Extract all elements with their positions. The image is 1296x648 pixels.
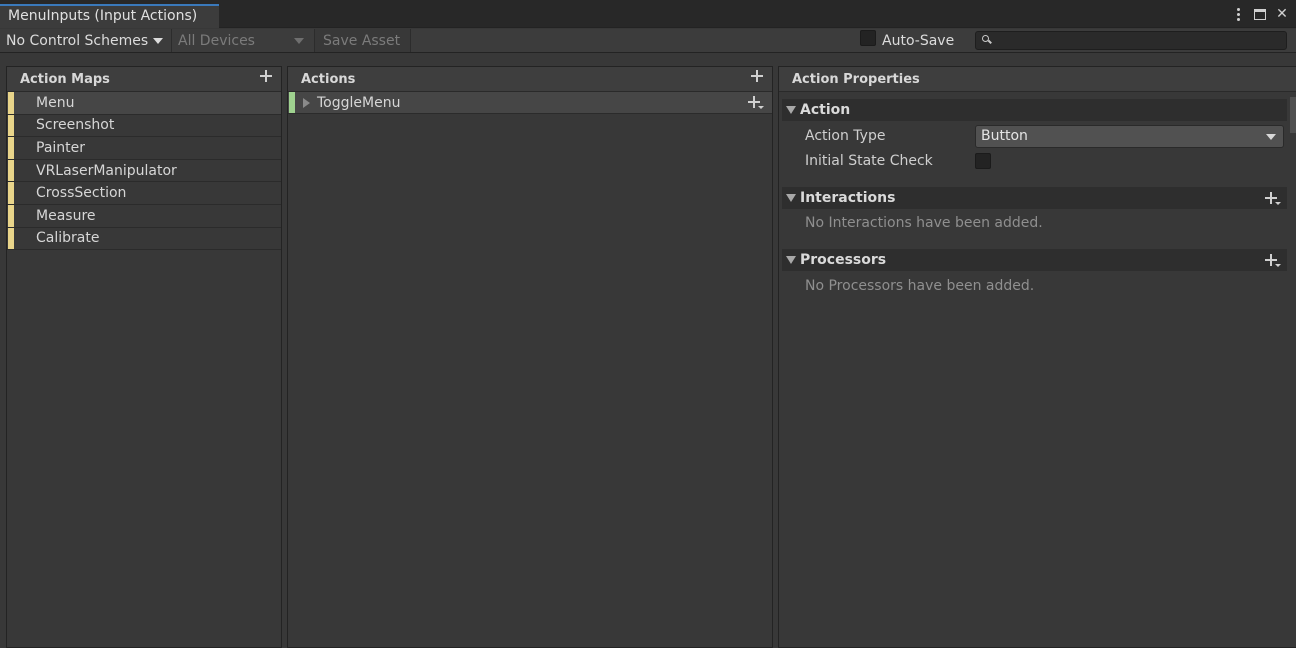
processors-section-header[interactable]: Processors xyxy=(782,249,1287,271)
action-section-title: Action xyxy=(800,102,851,118)
action-section-header[interactable]: Action xyxy=(782,99,1287,121)
save-asset-label: Save Asset xyxy=(323,32,401,49)
action-map-label: Menu xyxy=(36,94,75,111)
action-maps-header: Action Maps xyxy=(7,67,281,92)
action-properties-panel: Action Properties Action Action Type But… xyxy=(778,66,1296,648)
toolbar: No Control Schemes All Devices Save Asse… xyxy=(0,29,1296,53)
action-type-label: Action Type xyxy=(805,128,886,144)
save-asset-button[interactable]: Save Asset xyxy=(314,29,411,52)
action-map-item[interactable]: Calibrate xyxy=(7,227,281,251)
window-tab[interactable]: MenuInputs (Input Actions) xyxy=(0,4,219,28)
chevron-down-icon xyxy=(153,37,164,44)
more-options-icon[interactable] xyxy=(1230,5,1246,23)
action-map-item[interactable]: Measure xyxy=(7,204,281,228)
auto-save-toggle[interactable]: Auto-Save xyxy=(860,29,954,53)
scrollbar[interactable] xyxy=(1290,97,1296,133)
action-type-value: Button xyxy=(981,128,1028,144)
add-action-icon[interactable] xyxy=(750,69,764,83)
devices-dropdown[interactable]: All Devices xyxy=(171,29,312,52)
action-maps-list: Menu Screenshot Painter VRLaserManipulat… xyxy=(7,92,281,251)
interactions-empty-note: No Interactions have been added. xyxy=(805,215,1043,231)
control-schemes-dropdown[interactable]: No Control Schemes xyxy=(0,29,170,52)
auto-save-checkbox[interactable] xyxy=(860,30,876,46)
devices-label: All Devices xyxy=(178,32,255,49)
maximize-icon[interactable] xyxy=(1252,5,1268,23)
auto-save-label: Auto-Save xyxy=(882,33,955,49)
action-map-item[interactable]: Menu xyxy=(7,92,281,115)
processors-section-title: Processors xyxy=(800,252,887,268)
search-icon xyxy=(982,35,989,42)
action-map-item[interactable]: Screenshot xyxy=(7,114,281,138)
actions-title: Actions xyxy=(301,72,356,87)
action-map-item[interactable]: VRLaserManipulator xyxy=(7,159,281,183)
collapse-arrow-icon xyxy=(786,194,796,202)
action-properties-header: Action Properties xyxy=(779,67,1296,92)
action-map-label: Measure xyxy=(36,207,96,224)
search-input[interactable] xyxy=(975,31,1287,50)
collapse-arrow-icon xyxy=(786,106,796,114)
action-map-item[interactable]: Painter xyxy=(7,137,281,160)
add-action-map-icon[interactable] xyxy=(259,69,273,83)
action-maps-title: Action Maps xyxy=(20,72,110,87)
initial-state-check-label: Initial State Check xyxy=(805,153,933,169)
action-type-dropdown[interactable]: Button xyxy=(975,125,1284,148)
expand-arrow-icon[interactable] xyxy=(303,98,310,108)
control-schemes-label: No Control Schemes xyxy=(6,32,149,49)
action-properties-title: Action Properties xyxy=(792,72,920,87)
action-item-togglemenu[interactable]: ToggleMenu xyxy=(288,92,772,114)
interactions-section-header[interactable]: Interactions xyxy=(782,187,1287,209)
action-label: ToggleMenu xyxy=(317,94,401,111)
initial-state-check-checkbox[interactable] xyxy=(975,153,991,169)
add-processor-icon[interactable] xyxy=(1265,253,1281,267)
actions-panel: Actions ToggleMenu xyxy=(287,66,773,648)
add-interaction-icon[interactable] xyxy=(1265,191,1281,205)
action-map-label: VRLaserManipulator xyxy=(36,162,177,179)
processors-empty-note: No Processors have been added. xyxy=(805,278,1035,294)
action-map-label: Calibrate xyxy=(36,230,100,247)
close-icon[interactable]: ✕ xyxy=(1274,5,1290,23)
collapse-arrow-icon xyxy=(786,256,796,264)
action-map-item[interactable]: CrossSection xyxy=(7,182,281,205)
title-bar: MenuInputs (Input Actions) ✕ xyxy=(0,0,1296,28)
action-map-label: Painter xyxy=(36,139,86,156)
chevron-down-icon xyxy=(294,37,304,44)
actions-header: Actions xyxy=(288,67,772,92)
action-map-label: CrossSection xyxy=(36,185,127,202)
action-map-label: Screenshot xyxy=(36,117,115,134)
add-binding-icon[interactable] xyxy=(748,95,764,109)
window-controls: ✕ xyxy=(1230,5,1290,23)
action-maps-panel: Action Maps Menu Screenshot Painter VRLa… xyxy=(6,66,282,648)
interactions-section-title: Interactions xyxy=(800,190,896,206)
chevron-down-icon xyxy=(1266,134,1276,140)
